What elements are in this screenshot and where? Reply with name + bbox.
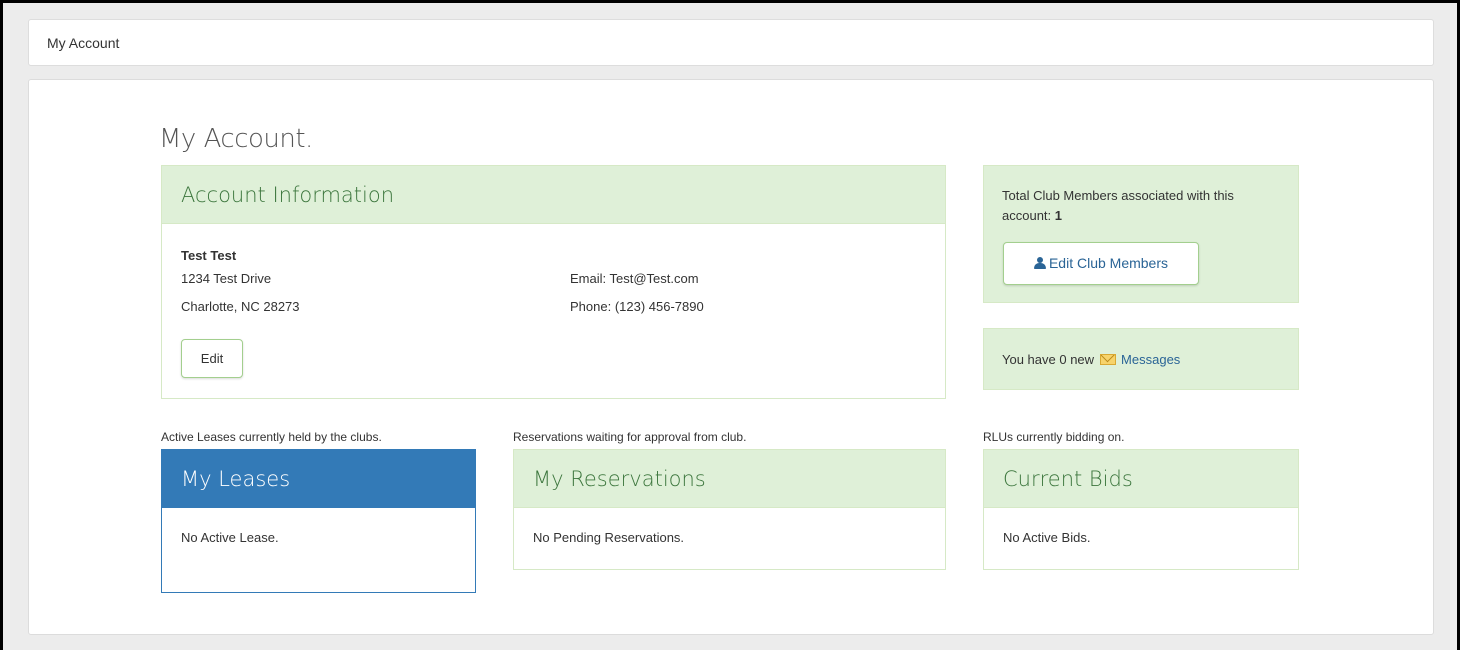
my-reservations-body: No Pending Reservations. <box>533 530 685 545</box>
messages-box: You have 0 new Messages <box>983 328 1299 390</box>
club-members-text: Total Club Members associated with this … <box>1002 188 1234 223</box>
my-reservations-panel: My Reservations No Pending Reservations. <box>513 449 946 570</box>
address-line-1: 1234 Test Drive <box>181 271 272 286</box>
address-line-2: Charlotte, NC 28273 <box>181 299 300 314</box>
my-leases-body: No Active Lease. <box>181 530 279 545</box>
my-leases-heading: My Leases <box>162 450 475 508</box>
edit-club-members-button[interactable]: Edit Club Members <box>1003 242 1199 285</box>
current-bids-heading: Current Bids <box>984 450 1298 508</box>
current-bids-panel: Current Bids No Active Bids. <box>983 449 1299 570</box>
messages-link[interactable]: Messages <box>1121 352 1180 367</box>
leases-caption: Active Leases currently held by the club… <box>161 430 382 444</box>
page-title: My Account. <box>159 124 313 154</box>
breadcrumb: My Account <box>28 19 1434 66</box>
my-leases-panel: My Leases No Active Lease. <box>161 449 476 593</box>
edit-account-button[interactable]: Edit <box>181 339 243 378</box>
mail-icon <box>1100 354 1117 365</box>
current-bids-body: No Active Bids. <box>1003 530 1091 545</box>
user-icon <box>1033 257 1046 269</box>
bids-caption: RLUs currently bidding on. <box>983 430 1125 444</box>
my-reservations-heading: My Reservations <box>514 450 945 508</box>
account-information-heading: Account Information <box>162 166 945 224</box>
edit-club-members-label: Edit Club Members <box>1048 255 1169 271</box>
account-email: Email: Test@Test.com <box>570 271 699 286</box>
account-information-panel: Account Information Test Test 1234 Test … <box>161 165 946 399</box>
breadcrumb-item-my-account: My Account <box>47 35 120 51</box>
account-holder-name: Test Test <box>181 248 237 263</box>
club-members-count: 1 <box>1054 208 1063 223</box>
messages-prefix: You have 0 new <box>1002 352 1095 367</box>
account-phone: Phone: (123) 456-7890 <box>570 299 704 314</box>
club-members-box: Total Club Members associated with this … <box>983 165 1299 303</box>
reservations-caption: Reservations waiting for approval from c… <box>513 430 747 444</box>
